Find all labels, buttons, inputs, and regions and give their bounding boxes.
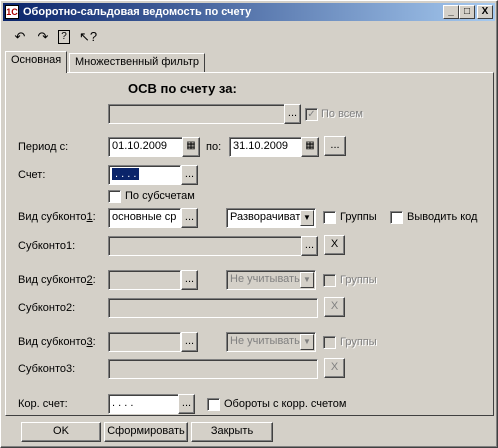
- subconto1-groups-label: Группы: [340, 211, 377, 223]
- subconto2-groups-checkbox: [323, 274, 336, 287]
- subconto2-mode-value: Не учитывать: [230, 273, 300, 285]
- tab-multi-filter[interactable]: Множественный фильтр: [69, 53, 205, 73]
- account-field[interactable]: . . . .: [108, 165, 181, 185]
- generate-button[interactable]: Сформировать: [104, 422, 188, 442]
- report-window: 1С Оборотно-сальдовая ведомость по счету…: [0, 0, 498, 448]
- calendar-from-icon[interactable]: ▦: [182, 137, 200, 157]
- maximize-button[interactable]: □: [459, 5, 475, 19]
- 1c-icon: 1С: [5, 5, 19, 19]
- chevron-down-icon: ▼: [300, 210, 314, 226]
- title-bar[interactable]: 1С Оборотно-сальдовая ведомость по счету…: [3, 3, 495, 21]
- chevron-down-icon: ▼: [300, 334, 314, 350]
- subconto2-label: Субконто2:: [18, 302, 76, 314]
- save-icon[interactable]: ↷: [34, 28, 52, 46]
- subconto3-mode-select: Не учитывать ▼: [226, 332, 316, 352]
- subconto1-type-field[interactable]: основные ср: [108, 208, 181, 228]
- subconto2-clear-button: X: [324, 297, 345, 317]
- corr-turnovers-label: Обороты с корр. счетом: [224, 398, 347, 410]
- subconto3-type-label: Вид субконто3:: [18, 336, 96, 348]
- subconto2-mode-select: Не учитывать ▼: [226, 270, 316, 290]
- all-checkbox: ✓: [305, 108, 318, 121]
- subaccounts-label: По субсчетам: [125, 190, 195, 202]
- period-select-button[interactable]: ...: [284, 104, 301, 124]
- subconto2-field: [108, 298, 318, 318]
- context-help-icon[interactable]: ↖?: [79, 28, 97, 46]
- subconto3-groups-checkbox: [323, 336, 336, 349]
- subconto3-type-field: [108, 332, 181, 352]
- account-label: Счет:: [18, 169, 46, 181]
- close-window-button[interactable]: X: [477, 5, 493, 19]
- subconto2-type-button[interactable]: ...: [181, 270, 198, 290]
- subconto1-type-button[interactable]: ...: [181, 208, 198, 228]
- subconto3-type-button[interactable]: ...: [181, 332, 198, 352]
- corr-account-label: Кор. счет:: [18, 398, 68, 410]
- period-select-field: [108, 104, 286, 124]
- period-button[interactable]: ...: [324, 136, 346, 156]
- subconto1-mode-select[interactable]: Разворачиват ▼: [226, 208, 316, 228]
- period-to-field[interactable]: 31.10.2009: [229, 137, 303, 157]
- subconto1-type-label: Вид субконто1:: [18, 211, 96, 223]
- subaccounts-checkbox[interactable]: [108, 190, 121, 203]
- corr-account-button[interactable]: ...: [178, 394, 195, 414]
- subconto2-groups-label: Группы: [340, 274, 377, 286]
- show-code-label: Выводить код: [407, 211, 478, 223]
- minimize-button[interactable]: _: [443, 5, 459, 19]
- period-from-field[interactable]: 01.10.2009: [108, 137, 184, 157]
- period-to-label: по:: [206, 141, 222, 153]
- subconto1-field[interactable]: [108, 236, 302, 256]
- open-icon[interactable]: ↶: [11, 28, 29, 46]
- subconto3-field: [108, 359, 318, 379]
- subconto1-button[interactable]: ...: [301, 236, 318, 256]
- corr-account-field[interactable]: . . . .: [108, 394, 179, 414]
- tab-main[interactable]: Основная: [5, 51, 68, 73]
- corr-turnovers-checkbox[interactable]: [207, 398, 220, 411]
- subconto1-groups-checkbox[interactable]: [323, 211, 336, 224]
- subconto1-clear-button[interactable]: X: [324, 235, 345, 255]
- subconto3-mode-value: Не учитывать: [230, 335, 300, 347]
- account-value: . . . .: [112, 168, 140, 180]
- ok-button[interactable]: OK: [21, 422, 101, 442]
- subconto3-label: Субконто3:: [18, 363, 76, 375]
- calendar-to-icon[interactable]: ▦: [301, 137, 319, 157]
- help-icon[interactable]: ?: [58, 30, 70, 44]
- chevron-down-icon: ▼: [300, 272, 314, 288]
- window-title: Оборотно-сальдовая ведомость по счету: [23, 6, 252, 18]
- subconto3-clear-button: X: [324, 358, 345, 378]
- account-button[interactable]: ...: [181, 165, 198, 185]
- subconto1-label: Субконто1:: [18, 240, 76, 252]
- subconto1-mode-value: Разворачиват: [230, 211, 301, 223]
- close-button[interactable]: Закрыть: [191, 422, 273, 442]
- subconto2-type-field: [108, 270, 181, 290]
- subconto2-type-label: Вид субконто2:: [18, 274, 96, 286]
- period-from-label: Период с:: [18, 141, 69, 153]
- all-checkbox-label: По всем: [321, 108, 363, 120]
- subconto3-groups-label: Группы: [340, 336, 377, 348]
- report-heading: ОСВ по счету за:: [128, 81, 237, 96]
- show-code-checkbox[interactable]: [390, 211, 403, 224]
